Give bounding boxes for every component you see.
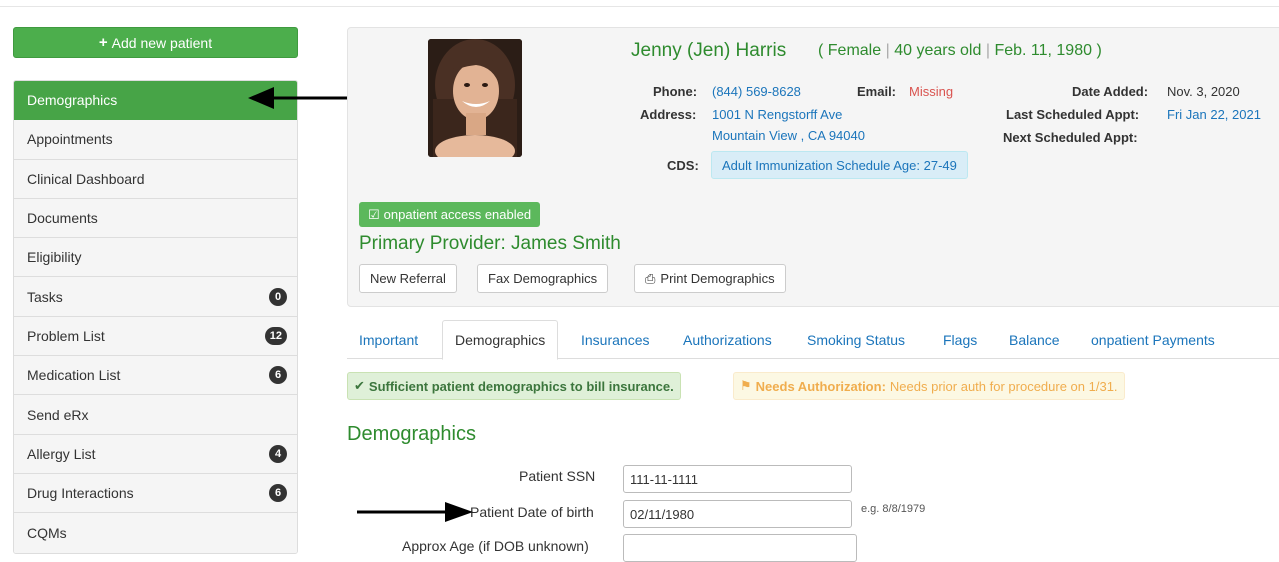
tab-important[interactable]: Important: [347, 320, 430, 359]
patient-summary: ( Female | 40 years old | Feb. 11, 1980 …: [818, 42, 1102, 60]
plus-icon: +: [98, 34, 108, 51]
patient-dob: Feb. 11, 1980: [994, 42, 1092, 59]
tab-smoking-status[interactable]: Smoking Status: [795, 320, 917, 359]
approx-age-input[interactable]: [623, 534, 857, 562]
cds-badge[interactable]: Adult Immunization Schedule Age: 27-49: [711, 151, 968, 179]
annotation-arrow-left: [248, 87, 348, 109]
last-appt-link[interactable]: Fri Jan 22, 2021: [1167, 107, 1261, 122]
sidebar-item-label: Demographics: [27, 92, 118, 109]
tab-balance[interactable]: Balance: [997, 320, 1072, 359]
primary-provider: Primary Provider: James Smith: [359, 233, 621, 254]
patient-photo: [428, 39, 522, 157]
sidebar-item-problem-list[interactable]: Problem List 12: [14, 316, 297, 357]
sidebar-item-tasks[interactable]: Tasks 0: [14, 277, 297, 317]
top-divider: [0, 6, 1279, 7]
section-title: Demographics: [347, 423, 476, 445]
patient-sidebar-nav: Demographics Appointments Clinical Dashb…: [13, 80, 298, 554]
sidebar-item-label: Tasks: [27, 288, 63, 305]
approx-age-label: Approx Age (if DOB unknown): [402, 538, 589, 554]
add-new-patient-label: Add new patient: [111, 34, 213, 51]
last-appt-label: Last Scheduled Appt:: [1006, 107, 1140, 122]
sidebar-item-label: Send eRx: [27, 406, 89, 423]
patient-tabs: Important Demographics Insurances Author…: [347, 320, 1279, 360]
separator: |: [885, 42, 890, 59]
sidebar-item-documents[interactable]: Documents: [14, 198, 297, 239]
count-badge: 6: [269, 484, 287, 503]
print-demographics-label: Print Demographics: [660, 271, 775, 286]
sidebar-item-label: Appointments: [27, 131, 113, 148]
patient-name: Jenny (Jen) Harris: [631, 40, 787, 61]
sidebar-item-clinical-dashboard[interactable]: Clinical Dashboard: [14, 159, 297, 199]
new-referral-button[interactable]: New Referral: [359, 264, 457, 293]
flag-icon: ⚑: [740, 378, 752, 393]
patient-gender: Female: [827, 42, 882, 59]
sidebar-item-appointments[interactable]: Appointments: [14, 120, 297, 160]
sidebar-item-label: Allergy List: [27, 445, 96, 462]
next-appt-label: Next Scheduled Appt:: [1003, 130, 1138, 145]
sidebar-item-label: Problem List: [27, 327, 105, 344]
sidebar-item-label: CQMs: [27, 524, 67, 541]
sidebar-item-allergy-list[interactable]: Allergy List 4: [14, 434, 297, 474]
onpatient-access-badge[interactable]: ☑ onpatient access enabled: [359, 202, 541, 227]
authorization-alert-title: Needs Authorization:: [755, 378, 886, 394]
ssn-input[interactable]: [623, 465, 852, 493]
sidebar-item-send-erx[interactable]: Send eRx: [14, 395, 297, 435]
count-badge: 4: [269, 444, 287, 463]
tab-insurances[interactable]: Insurances: [569, 320, 661, 359]
patient-age: 40 years old: [894, 42, 982, 59]
cds-label: CDS:: [667, 158, 699, 173]
phone-link[interactable]: (844) 569-8628: [712, 84, 801, 99]
sidebar-item-label: Medication List: [27, 367, 121, 384]
sidebar-item-label: Drug Interactions: [27, 485, 134, 502]
sidebar-item-label: Eligibility: [27, 249, 82, 266]
separator: |: [985, 42, 990, 59]
date-added-label: Date Added:: [1072, 84, 1149, 99]
close-paren: ): [1096, 42, 1102, 59]
count-badge: 12: [264, 326, 287, 345]
annotation-arrow-right: [357, 502, 473, 522]
printer-icon: ⎙: [645, 270, 656, 286]
address-line1-link[interactable]: 1001 N Rengstorff Ave: [712, 107, 842, 122]
sidebar-item-label: Clinical Dashboard: [27, 170, 145, 187]
print-demographics-button[interactable]: ⎙ Print Demographics: [634, 264, 786, 293]
sidebar-item-eligibility[interactable]: Eligibility: [14, 238, 297, 278]
open-paren: (: [818, 42, 824, 59]
authorization-alert-text: Needs prior auth for procedure on 1/31.: [889, 378, 1118, 394]
billing-ready-text: Sufficient patient demographics to bill …: [368, 378, 674, 394]
dob-hint: e.g. 8/8/1979: [861, 503, 926, 515]
email-label: Email:: [857, 84, 897, 99]
tab-flags[interactable]: Flags: [931, 320, 989, 359]
check-square-icon: ☑: [368, 206, 380, 222]
sidebar-item-cqms[interactable]: CQMs: [14, 513, 297, 553]
access-badge-label: onpatient access enabled: [383, 207, 532, 222]
dob-label: Patient Date of birth: [470, 504, 594, 520]
check-icon: ✔: [354, 378, 365, 393]
email-missing-link[interactable]: Missing: [909, 84, 953, 99]
tab-onpatient-payments[interactable]: onpatient Payments: [1079, 320, 1227, 359]
phone-label: Phone:: [653, 84, 698, 99]
count-badge: 0: [269, 287, 287, 306]
sidebar-item-label: Documents: [27, 210, 98, 227]
dob-input[interactable]: [623, 500, 852, 528]
address-line2-link[interactable]: Mountain View , CA 94040: [712, 128, 865, 143]
fax-demographics-button[interactable]: Fax Demographics: [477, 264, 609, 293]
authorization-alert[interactable]: ⚑ Needs Authorization: Needs prior auth …: [733, 372, 1125, 400]
ssn-label: Patient SSN: [519, 468, 596, 484]
tab-demographics[interactable]: Demographics: [442, 320, 559, 360]
sidebar-item-medication-list[interactable]: Medication List 6: [14, 356, 297, 396]
billing-ready-alert: ✔ Sufficient patient demographics to bil…: [347, 372, 681, 400]
date-added-value: Nov. 3, 2020: [1167, 84, 1240, 99]
count-badge: 6: [269, 366, 287, 385]
sidebar-item-drug-interactions[interactable]: Drug Interactions 6: [14, 473, 297, 514]
add-new-patient-button[interactable]: + Add new patient: [13, 27, 298, 58]
address-label: Address:: [640, 107, 697, 122]
tab-authorizations[interactable]: Authorizations: [671, 320, 784, 359]
